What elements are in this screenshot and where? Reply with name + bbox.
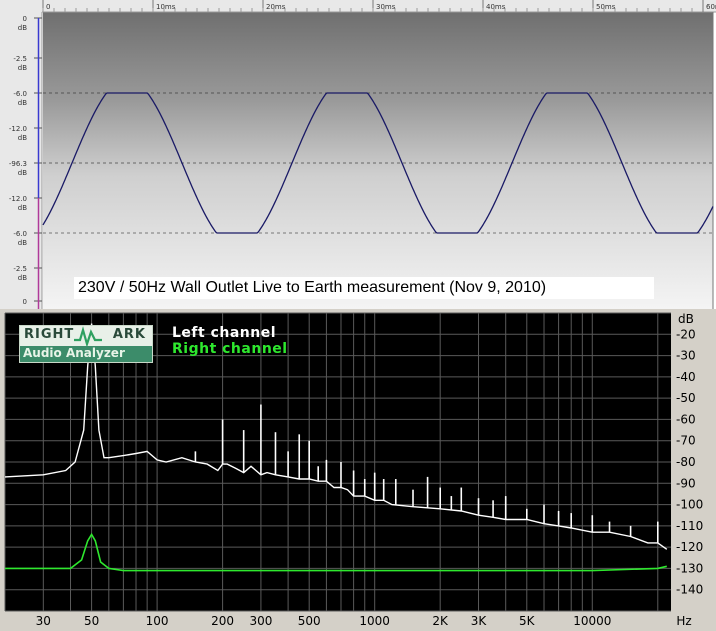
time-tick-label: 10ms: [156, 3, 176, 11]
db-tick-unit: dB: [18, 239, 27, 247]
waveform-panel: 010ms20ms30ms40ms50ms60ms 0dB-2.5dB-6.0d…: [0, 0, 716, 309]
logo-pulse-icon: [74, 326, 102, 346]
db-tick-label: -2.5: [13, 265, 27, 273]
db-tick-label: -6.0: [13, 90, 27, 98]
time-tick-label: 0: [46, 3, 50, 11]
db-tick-unit: dB: [18, 64, 27, 72]
db-tick-unit: dB: [18, 274, 27, 282]
db-tick-label: -6.0: [13, 230, 27, 238]
waveform-plot-area: [43, 12, 713, 309]
y-tick-label: -110: [676, 519, 703, 533]
x-tick-label: 500: [298, 614, 321, 628]
db-tick-label: -12.0: [9, 195, 27, 203]
rightmark-logo: RIGHT ARK Audio Analyzer: [19, 325, 153, 363]
x-tick-label: 300: [249, 614, 272, 628]
db-tick-unit: dB: [18, 99, 27, 107]
db-tick-unit: dB: [18, 169, 27, 177]
time-tick-label: 40ms: [486, 3, 506, 11]
y-tick-label: -30: [676, 349, 696, 363]
y-tick-label: -50: [676, 391, 696, 405]
waveform-caption: 230V / 50Hz Wall Outlet Live to Earth me…: [74, 277, 654, 299]
db-tick-label: 0: [23, 298, 27, 306]
x-tick-label: 100: [146, 614, 169, 628]
y-tick-label: -70: [676, 434, 696, 448]
legend-right-channel: Right channel: [172, 341, 288, 357]
y-tick-label: -130: [676, 561, 703, 575]
x-axis-label: Hz: [676, 614, 691, 628]
x-tick-label: 3K: [471, 614, 488, 628]
time-tick-label: 20ms: [266, 3, 286, 11]
db-tick-unit: dB: [18, 204, 27, 212]
db-tick-label: -12.0: [9, 125, 27, 133]
y-tick-label: -90: [676, 476, 696, 490]
db-tick-label: -2.5: [13, 55, 27, 63]
time-tick-label: 30ms: [376, 3, 396, 11]
x-tick-label: 50: [84, 614, 99, 628]
legend-left-channel: Left channel: [172, 325, 277, 341]
logo-word-right: RIGHT: [24, 327, 75, 342]
logo-subtitle: Audio Analyzer: [23, 346, 125, 360]
db-tick-unit: dB: [18, 134, 27, 142]
x-tick-label: 2K: [432, 614, 449, 628]
x-tick-label: 1000: [359, 614, 390, 628]
y-tick-label: -100: [676, 498, 703, 512]
y-axis-label: dB: [678, 312, 694, 326]
y-tick-label: -60: [676, 412, 696, 426]
y-tick-label: -120: [676, 540, 703, 554]
x-tick-label: 200: [211, 614, 234, 628]
y-tick-label: -140: [676, 583, 703, 597]
x-tick-label: 5K: [519, 614, 536, 628]
x-tick-label: 10000: [573, 614, 611, 628]
logo-word-ark: ARK: [112, 327, 146, 342]
logo-top-band: RIGHT ARK: [20, 326, 152, 346]
x-tick-label: 30: [36, 614, 51, 628]
y-tick-label: -80: [676, 455, 696, 469]
screenshot-root: 010ms20ms30ms40ms50ms60ms 0dB-2.5dB-6.0d…: [0, 0, 716, 631]
time-tick-label: 60ms: [706, 3, 716, 11]
y-tick-label: -20: [676, 327, 696, 341]
time-tick-label: 50ms: [596, 3, 616, 11]
y-tick-label: -40: [676, 370, 696, 384]
db-tick-label: -96.3: [9, 160, 27, 168]
db-tick-unit: dB: [18, 24, 27, 32]
db-tick-label: 0: [23, 15, 27, 23]
